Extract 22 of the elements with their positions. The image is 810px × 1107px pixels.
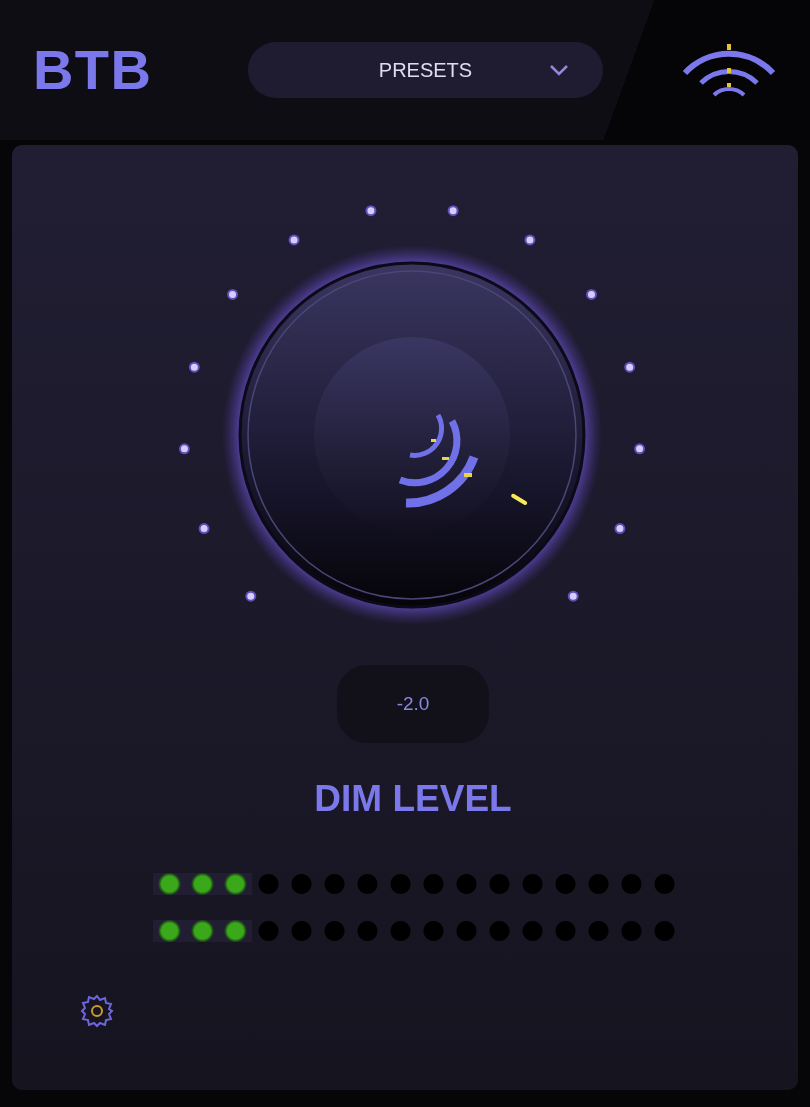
chevron-down-icon (549, 64, 569, 76)
signal-waves-icon (681, 41, 777, 99)
scale-dot (614, 523, 626, 535)
scale-dot (198, 523, 210, 535)
presets-dropdown[interactable]: PRESETS (248, 42, 603, 98)
scale-dot (447, 205, 459, 217)
scale-dot (524, 234, 536, 246)
scale-dot (365, 205, 377, 217)
scale-dot (586, 288, 597, 300)
scale-dot (634, 443, 646, 455)
logo: BTB (33, 37, 154, 103)
scale-dot (567, 590, 579, 602)
scale-dot (288, 234, 300, 246)
scale-dot (188, 361, 200, 373)
scale-dot (245, 590, 257, 602)
settings-icon[interactable] (80, 994, 114, 1028)
sound-waves-icon (398, 413, 479, 508)
scale-dot (624, 361, 636, 373)
scale-dot (178, 443, 190, 455)
value-display: -2.0 (337, 665, 489, 743)
knob-label: DIM LEVEL (314, 777, 512, 821)
scale-dot (227, 288, 238, 300)
